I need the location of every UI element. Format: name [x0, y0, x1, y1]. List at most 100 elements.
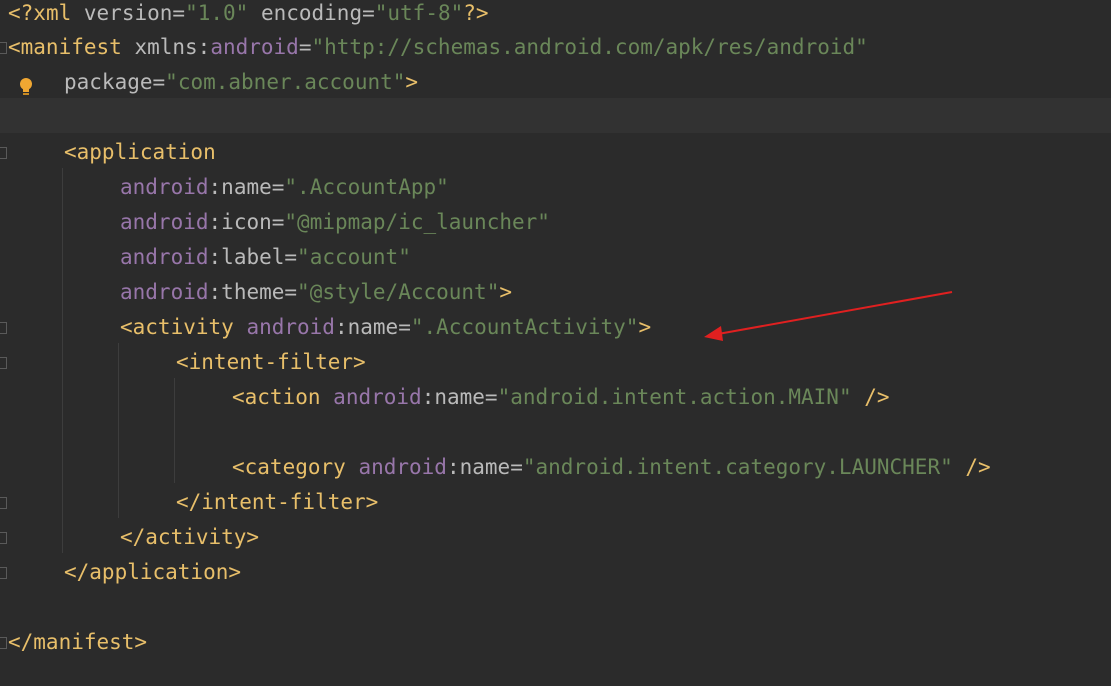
- code-line-2[interactable]: <manifest xmlns:android="http://schemas.…: [8, 30, 868, 65]
- equals: =: [271, 210, 285, 234]
- code-line-12[interactable]: <action android:name="android.intent.act…: [232, 380, 890, 415]
- tag-close: >: [405, 70, 419, 94]
- equals: =: [484, 385, 498, 409]
- code-line-3[interactable]: package="com.abner.account">: [64, 65, 418, 100]
- equals: =: [284, 280, 298, 304]
- code-line-14[interactable]: <category android:name="android.intent.c…: [232, 450, 991, 485]
- indent-guide: [174, 378, 175, 483]
- xml-decl-open: <?: [8, 1, 34, 25]
- tag-close: </application>: [64, 560, 242, 584]
- attr-value: ".AccountApp": [284, 175, 449, 199]
- attr-name: label: [221, 245, 285, 269]
- code-line-7[interactable]: android:icon="@mipmap/ic_launcher": [120, 205, 550, 240]
- tag-open: <intent-filter>: [176, 350, 366, 374]
- namespace: android: [120, 280, 209, 304]
- attr-value: "http://schemas.android.com/apk/res/andr…: [311, 35, 868, 59]
- attr-value: "utf-8": [374, 1, 464, 25]
- fold-marker-icon[interactable]: [0, 497, 7, 509]
- attr-value: "@style/Account": [297, 280, 500, 304]
- namespace: android: [333, 385, 422, 409]
- fold-marker-icon[interactable]: [0, 322, 7, 334]
- code-line-10[interactable]: <activity android:name=".AccountActivity…: [120, 310, 651, 345]
- colon: :: [208, 175, 222, 199]
- attr-name: package: [64, 70, 153, 94]
- code-line-19[interactable]: </manifest>: [8, 625, 147, 660]
- colon: :: [208, 245, 222, 269]
- tag-open: <application: [64, 140, 216, 164]
- colon: :: [446, 455, 460, 479]
- namespace: android: [120, 210, 209, 234]
- equals: =: [398, 315, 411, 339]
- code-line-8[interactable]: android:label="account": [120, 240, 411, 275]
- namespace: android: [120, 245, 209, 269]
- tag-self-close: />: [864, 385, 890, 409]
- fold-marker-icon[interactable]: [0, 532, 7, 544]
- tag-open: <action: [232, 385, 321, 409]
- namespace: android: [246, 315, 335, 339]
- code-line-5[interactable]: <application: [64, 135, 216, 170]
- code-line-6[interactable]: android:name=".AccountApp": [120, 170, 449, 205]
- colon: :: [334, 315, 348, 339]
- attr-name: encoding: [260, 1, 363, 25]
- attr-value: "@mipmap/ic_launcher": [284, 210, 550, 234]
- tag-close: </manifest>: [8, 630, 148, 654]
- equals: =: [271, 175, 285, 199]
- namespace: android: [358, 455, 447, 479]
- namespace: android: [120, 175, 209, 199]
- equals: =: [510, 455, 523, 479]
- indent-guide: [62, 168, 63, 553]
- xml-decl-keyword: xml: [33, 1, 72, 25]
- colon: :: [421, 385, 435, 409]
- attr-value: "com.abner.account": [165, 70, 406, 94]
- code-line-15[interactable]: </intent-filter>: [176, 485, 378, 520]
- fold-marker-icon[interactable]: [0, 357, 7, 369]
- code-line-11[interactable]: <intent-filter>: [176, 345, 366, 380]
- tag-open: <category: [232, 455, 346, 479]
- equals: =: [298, 35, 312, 59]
- code-line-1[interactable]: <?xml version="1.0" encoding="utf-8"?>: [8, 0, 489, 31]
- current-line-highlight: [0, 98, 1111, 133]
- attr-name: theme: [221, 280, 285, 304]
- tag-open: <manifest: [8, 35, 122, 59]
- code-line-9[interactable]: android:theme="@style/Account">: [120, 275, 512, 310]
- fold-marker-icon[interactable]: [0, 567, 7, 579]
- lightbulb-icon[interactable]: [16, 76, 36, 98]
- colon: :: [197, 35, 211, 59]
- xml-decl-close: ?>: [463, 1, 489, 25]
- attr-value: ".AccountActivity": [410, 315, 639, 339]
- attr-value: "android.intent.category.LAUNCHER": [522, 455, 953, 479]
- attr-name: name: [221, 175, 272, 199]
- indent-guide: [118, 343, 119, 518]
- colon: :: [208, 210, 222, 234]
- tag-close: >: [638, 315, 652, 339]
- namespace: android: [210, 35, 299, 59]
- equals: =: [152, 70, 166, 94]
- tag-open: <activity: [120, 315, 234, 339]
- tag-self-close: />: [965, 455, 991, 479]
- equals: =: [172, 1, 186, 25]
- equals: =: [284, 245, 298, 269]
- tag-close: </activity>: [120, 525, 260, 549]
- attr-value: "1.0": [185, 1, 249, 25]
- code-editor[interactable]: <?xml version="1.0" encoding="utf-8"?> <…: [0, 0, 1111, 686]
- fold-marker-icon[interactable]: [0, 637, 7, 649]
- code-line-17[interactable]: </application>: [64, 555, 241, 590]
- code-line-16[interactable]: </activity>: [120, 520, 259, 555]
- attr-name: version: [83, 1, 173, 25]
- fold-marker-icon[interactable]: [0, 42, 7, 54]
- attr-name: name: [459, 455, 511, 479]
- attr-value: "account": [297, 245, 411, 269]
- attr-name: xmlns: [134, 35, 198, 59]
- attr-value: "android.intent.action.MAIN": [497, 385, 852, 409]
- attr-name: name: [347, 315, 399, 339]
- equals: =: [362, 1, 375, 25]
- fold-marker-icon[interactable]: [0, 147, 7, 159]
